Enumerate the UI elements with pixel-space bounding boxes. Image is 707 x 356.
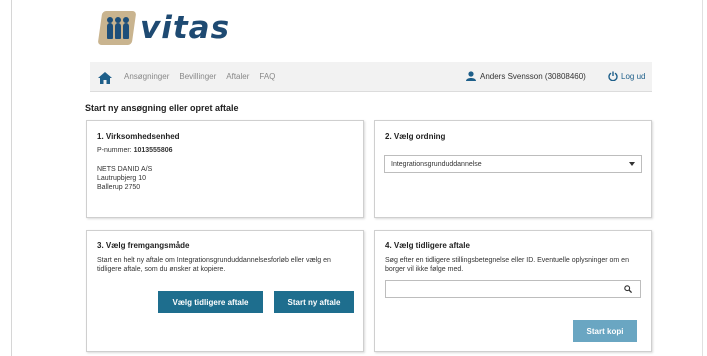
- logout-link[interactable]: Log ud: [608, 71, 645, 81]
- power-icon: [608, 71, 618, 81]
- start-new-agreement-button[interactable]: Start ny aftale: [274, 291, 354, 313]
- start-copy-button[interactable]: Start kopi: [573, 320, 637, 342]
- page-title: Start ny ansøgning eller opret aftale: [85, 103, 239, 113]
- left-frame-border: [0, 0, 12, 356]
- panel-description: Start en helt ny aftale om Integrationsg…: [97, 257, 331, 273]
- choose-previous-agreement-button[interactable]: Vælg tidligere aftale: [158, 291, 263, 313]
- address-line: Lautrupbjerg 10: [97, 175, 147, 182]
- vitas-logo[interactable]: vitas: [97, 8, 231, 48]
- address-block: NETS DANID A/S Lautrupbjerg 10 Ballerup …: [97, 165, 152, 192]
- top-navbar: Ansøgninger Bevillinger Aftaler FAQ Ande…: [90, 62, 652, 92]
- user-menu[interactable]: Anders Svensson (30808460): [466, 71, 586, 81]
- panel-description: Søg efter en tidligere stillingsbetegnel…: [385, 257, 629, 273]
- panel-vaelg-ordning: 2. Vælg ordning Integrationsgrunduddanne…: [374, 120, 652, 218]
- home-icon[interactable]: [98, 71, 112, 84]
- panel-title: 4. Vælg tidligere aftale: [385, 241, 470, 250]
- panel-title: 3. Vælg fremgangsmåde: [97, 241, 190, 250]
- logo-mark-icon: [97, 9, 138, 47]
- p-number-value: 1013555806: [133, 147, 173, 154]
- search-icon[interactable]: [624, 285, 632, 293]
- ordning-selected-value: Integrationsgrunduddannelse: [391, 161, 482, 168]
- p-number-label: P-nummer:: [97, 147, 132, 154]
- right-frame-border: [702, 0, 707, 356]
- logo-wordmark: vitas: [140, 10, 231, 46]
- previous-agreement-search-input[interactable]: [385, 280, 641, 298]
- panel-vaelg-tidligere-aftale: 4. Vælg tidligere aftale Søg efter en ti…: [374, 230, 652, 352]
- address-line: Ballerup 2750: [97, 184, 141, 191]
- user-icon: [466, 71, 476, 81]
- panel-virksomhedsenhed: 1. Virksomhedsenhed P-nummer: 1013555806…: [86, 120, 364, 218]
- nav-item-bevillinger[interactable]: Bevillinger: [179, 72, 216, 81]
- nav-item-faq[interactable]: FAQ: [259, 72, 275, 81]
- panel-vaelg-fremgangsmaade: 3. Vælg fremgangsmåde Start en helt ny a…: [86, 230, 364, 352]
- panel-title: 2. Vælg ordning: [385, 132, 446, 141]
- nav-item-ansoegninger[interactable]: Ansøgninger: [124, 72, 169, 81]
- ordning-select[interactable]: Integrationsgrunduddannelse: [384, 155, 642, 173]
- logout-label: Log ud: [621, 71, 646, 81]
- address-line: NETS DANID A/S: [97, 166, 153, 173]
- chevron-down-icon: [629, 162, 635, 166]
- nav-item-aftaler[interactable]: Aftaler: [226, 72, 249, 81]
- p-number-row: P-nummer: 1013555806: [97, 146, 173, 155]
- user-name: Anders Svensson (30808460): [480, 71, 586, 81]
- panel-title: 1. Virksomhedsenhed: [97, 132, 180, 141]
